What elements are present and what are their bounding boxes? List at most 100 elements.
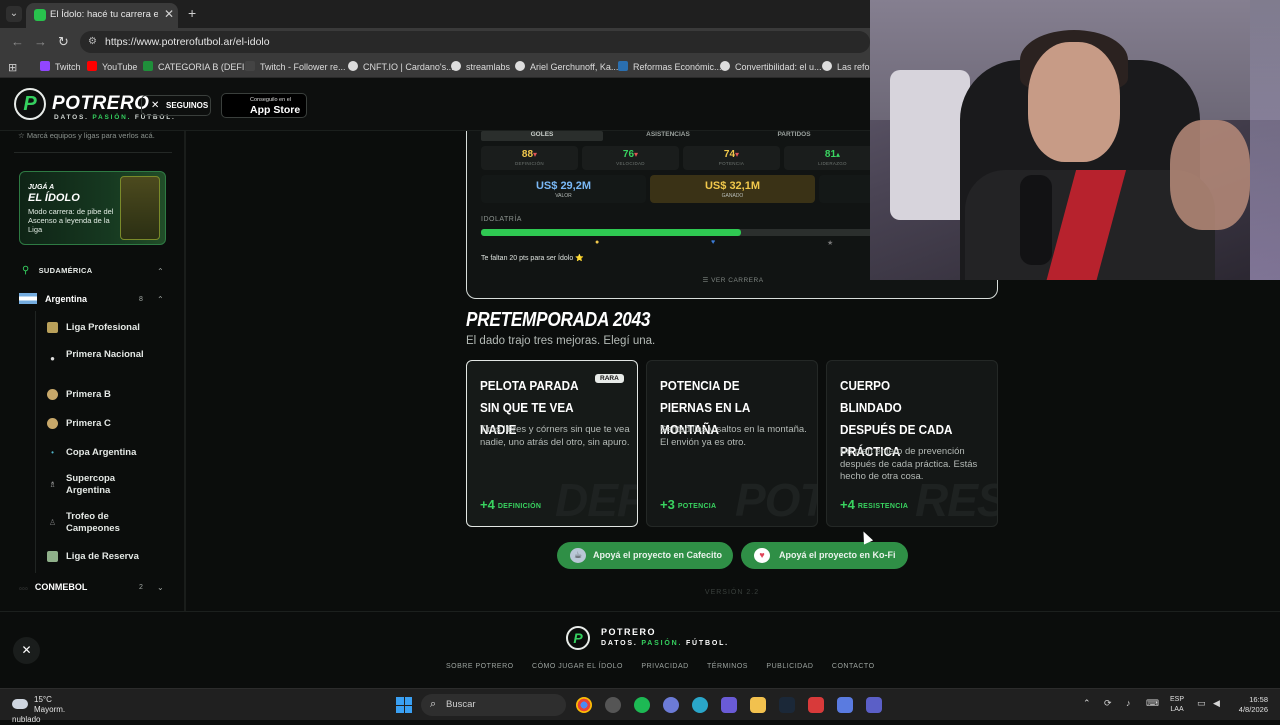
teams-icon[interactable] [866, 697, 882, 713]
x-social-button[interactable]: ✕ [13, 637, 40, 664]
support-label: Apoyá el proyecto en Cafecito [593, 550, 723, 560]
bookmark-item[interactable]: Reformas Económic... [618, 61, 722, 72]
follow-label: SEGUINOS [166, 101, 209, 110]
conmebol-logo-icon: ◌◌◌ [19, 586, 28, 592]
support-cafecito-button[interactable]: ☕ Apoyá el proyecto en Cafecito [557, 542, 733, 569]
forward-icon[interactable]: → [34, 34, 47, 49]
upgrade-option-card[interactable]: DEF PELOTA PARADA SIN QUE TE VEA NADIE R… [466, 360, 638, 527]
chevron-up-icon[interactable]: ⌃ [157, 267, 164, 276]
discord-icon[interactable] [663, 697, 679, 713]
footer-link-privacidad[interactable]: PRIVACIDAD [641, 663, 688, 670]
apps-icon[interactable] [721, 697, 737, 713]
bookmark-item[interactable]: Convertibilidad: el u... [720, 61, 822, 72]
sidebar-item-supercopa-argentina[interactable]: Supercopa Argentina [66, 473, 146, 497]
heart-marker-icon: ♥ [711, 239, 716, 246]
footer-link-terminos[interactable]: TÉRMINOS [707, 663, 748, 670]
bookmark-item[interactable]: Las refo [822, 61, 870, 72]
footer-link-como-jugar[interactable]: CÓMO JUGAR EL ÍDOLO [532, 663, 623, 670]
sidebar-item-copa-argentina[interactable]: Copa Argentina [66, 447, 136, 459]
bookmark-item[interactable]: Ariel Gerchunoff, Ka... [515, 61, 618, 72]
el-idolo-promo-card[interactable]: JUGÁ A EL ÍDOLO Modo carrera: de pibe de… [19, 171, 166, 245]
keyboard-icon[interactable]: ⌨ [1146, 698, 1159, 709]
volume-icon[interactable]: ◀ [1213, 698, 1220, 709]
sidebar-item-trofeo-de-campeones[interactable]: Trofeo de Campeones [66, 511, 146, 535]
bookmark-item[interactable]: CATEGORIA B (DEFI... [143, 61, 252, 72]
follow-x-button[interactable]: ✕ SEGUINOS [141, 95, 211, 116]
app-red-icon[interactable] [808, 697, 824, 713]
group-conmebol[interactable]: ◌◌◌ CONMEBOL [19, 582, 87, 592]
clock-date: 4/8/2026 [1238, 705, 1268, 714]
attribute-velocidad: 76▾ VELOCIDAD [582, 146, 679, 170]
system-clock[interactable]: 16:58 4/8/2026 [1232, 695, 1268, 715]
reload-icon[interactable]: ↻ [58, 34, 69, 50]
url-field[interactable]: ⚙ https://www.potrerofutbol.ar/el-idolo [80, 31, 870, 53]
sidebar-scrollbar[interactable] [184, 131, 186, 611]
tab-search-icon[interactable]: ⌄ [6, 6, 22, 22]
bookmark-item[interactable]: YouTube [87, 61, 137, 72]
player-card-image [120, 176, 160, 240]
weather-widget[interactable]: 15°C Mayorm. nublado [12, 695, 74, 725]
footer-link-publicidad[interactable]: PUBLICIDAD [766, 663, 813, 670]
country-argentina[interactable]: Argentina [19, 293, 87, 304]
upgrade-option-card[interactable]: RES CUERPO BLINDADO DESPUÉS DE CADA PRÁC… [826, 360, 998, 527]
browser-tab[interactable]: El Ídolo: hacé tu carrera en la Li... ✕ [26, 3, 178, 28]
divider [14, 152, 172, 153]
chevron-up-icon[interactable]: ⌃ [157, 295, 164, 304]
card-watermark: DEF [555, 474, 638, 526]
sidebar-item-primera-b[interactable]: Primera B [66, 389, 111, 401]
tagline-part: DATOS. [54, 114, 93, 121]
footer-link-contacto[interactable]: CONTACTO [832, 663, 875, 670]
sidebar-item-primera-nacional[interactable]: Primera Nacional [66, 349, 146, 361]
tab-partidos[interactable]: PARTIDOS [733, 131, 855, 141]
idolatria-label: IDOLATRÍA [481, 216, 522, 223]
bookmark-item[interactable]: Twitch [40, 61, 81, 72]
tray-sync-icon[interactable]: ⟳ [1104, 698, 1112, 709]
upgrade-description: Sentadillas y saltos en la montaña. El e… [660, 424, 807, 448]
app-store-button[interactable]: Conseguilo en el App Store [221, 93, 307, 118]
potrero-logo-icon[interactable]: P [14, 88, 46, 120]
attribute-label: VELOCIDAD [616, 161, 645, 166]
spotify-icon[interactable] [634, 697, 650, 713]
sidebar-item-liga-profesional[interactable]: Liga Profesional [66, 322, 140, 334]
footer-logo-icon[interactable]: P [566, 626, 590, 650]
webcam-light [1250, 0, 1280, 280]
windows-start-icon[interactable] [396, 697, 412, 713]
brand-name[interactable]: POTRERO [52, 93, 149, 115]
file-explorer-icon[interactable] [750, 697, 766, 713]
region-sudamerica[interactable]: ⚲ SUDAMÉRICA [22, 265, 92, 276]
upgrade-option-card[interactable]: POT POTENCIA DE PIERNAS EN LA MONTAÑA Se… [646, 360, 818, 527]
upgrade-bonus: +3 POTENCIA [660, 497, 716, 512]
attribute-value: 81▴ [784, 149, 881, 160]
bookmark-item[interactable]: Twitch - Follower re... [245, 61, 346, 72]
microphone-icon[interactable]: ♪ [1126, 698, 1131, 708]
new-tab-icon[interactable]: + [188, 5, 196, 21]
site-info-icon[interactable]: ⚙ [88, 36, 97, 47]
sidebar-item-primera-c[interactable]: Primera C [66, 418, 111, 430]
apps-grid-icon[interactable]: ⊞ [8, 61, 17, 74]
support-kofi-button[interactable]: ♥ Apoyá el proyecto en Ko-Fi [741, 542, 908, 569]
app-blue-icon[interactable] [837, 697, 853, 713]
bookmark-item[interactable]: CNFT.IO | Cardano's... [348, 61, 454, 72]
tab-asistencias[interactable]: ASISTENCIAS [607, 131, 729, 141]
taskbar-search[interactable]: ⌕ Buscar [421, 694, 566, 716]
chevron-down-icon[interactable]: ⌄ [157, 583, 164, 592]
bonus-value: +4 [480, 497, 495, 512]
bookmark-item[interactable]: streamlabs [451, 61, 510, 72]
network-icon[interactable]: ▭ [1197, 698, 1206, 709]
value-number: 74 [723, 149, 736, 160]
edge-icon[interactable] [692, 697, 708, 713]
tray-overflow-icon[interactable]: ⌃ [1083, 698, 1091, 709]
footer-link-sobre[interactable]: SOBRE POTRERO [446, 663, 514, 670]
bonus-stat: DEFINICIÓN [497, 503, 542, 510]
star-marker-icon: ★ [827, 240, 834, 247]
sidebar-item-liga-de-reserva[interactable]: Liga de Reserva [66, 551, 139, 563]
tab-goles[interactable]: GOLES [481, 131, 603, 141]
url-text[interactable]: https://www.potrerofutbol.ar/el-idolo [105, 36, 270, 48]
upgrade-bonus: +4 DEFINICIÓN [480, 497, 541, 512]
steam-icon[interactable] [779, 697, 795, 713]
back-icon[interactable]: ← [11, 34, 24, 49]
close-tab-icon[interactable]: ✕ [164, 7, 174, 21]
language-indicator[interactable]: ESP LAA [1170, 695, 1184, 715]
chrome-icon[interactable] [576, 697, 592, 713]
obs-icon[interactable] [605, 697, 621, 713]
